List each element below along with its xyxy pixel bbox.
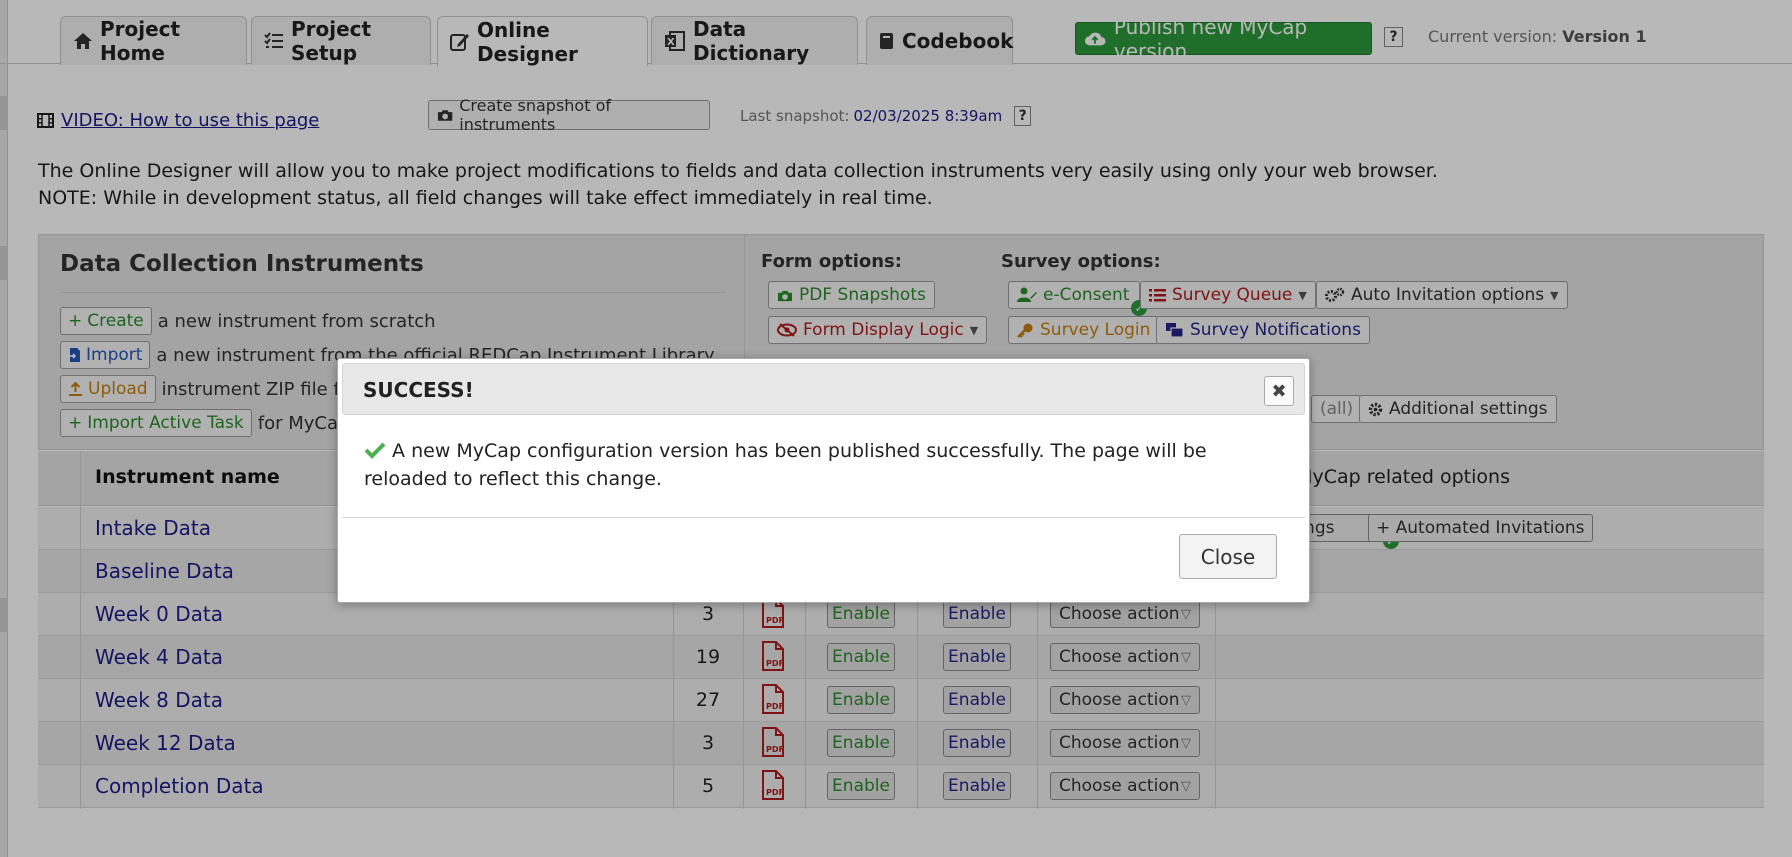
close-icon[interactable]: ✖	[1264, 376, 1294, 406]
divider	[342, 517, 1305, 518]
dialog-message: A new MyCap configuration version has be…	[364, 437, 1284, 493]
close-button[interactable]: Close	[1179, 534, 1277, 579]
page: Project Home Project Setup Online Design…	[0, 0, 1792, 857]
dialog-title: SUCCESS!	[363, 378, 474, 402]
success-dialog: SUCCESS! ✖ A new MyCap configuration ver…	[337, 358, 1310, 603]
check-icon	[364, 442, 386, 459]
dialog-header: SUCCESS! ✖	[342, 363, 1305, 415]
dialog-message-text: A new MyCap configuration version has be…	[364, 440, 1207, 490]
